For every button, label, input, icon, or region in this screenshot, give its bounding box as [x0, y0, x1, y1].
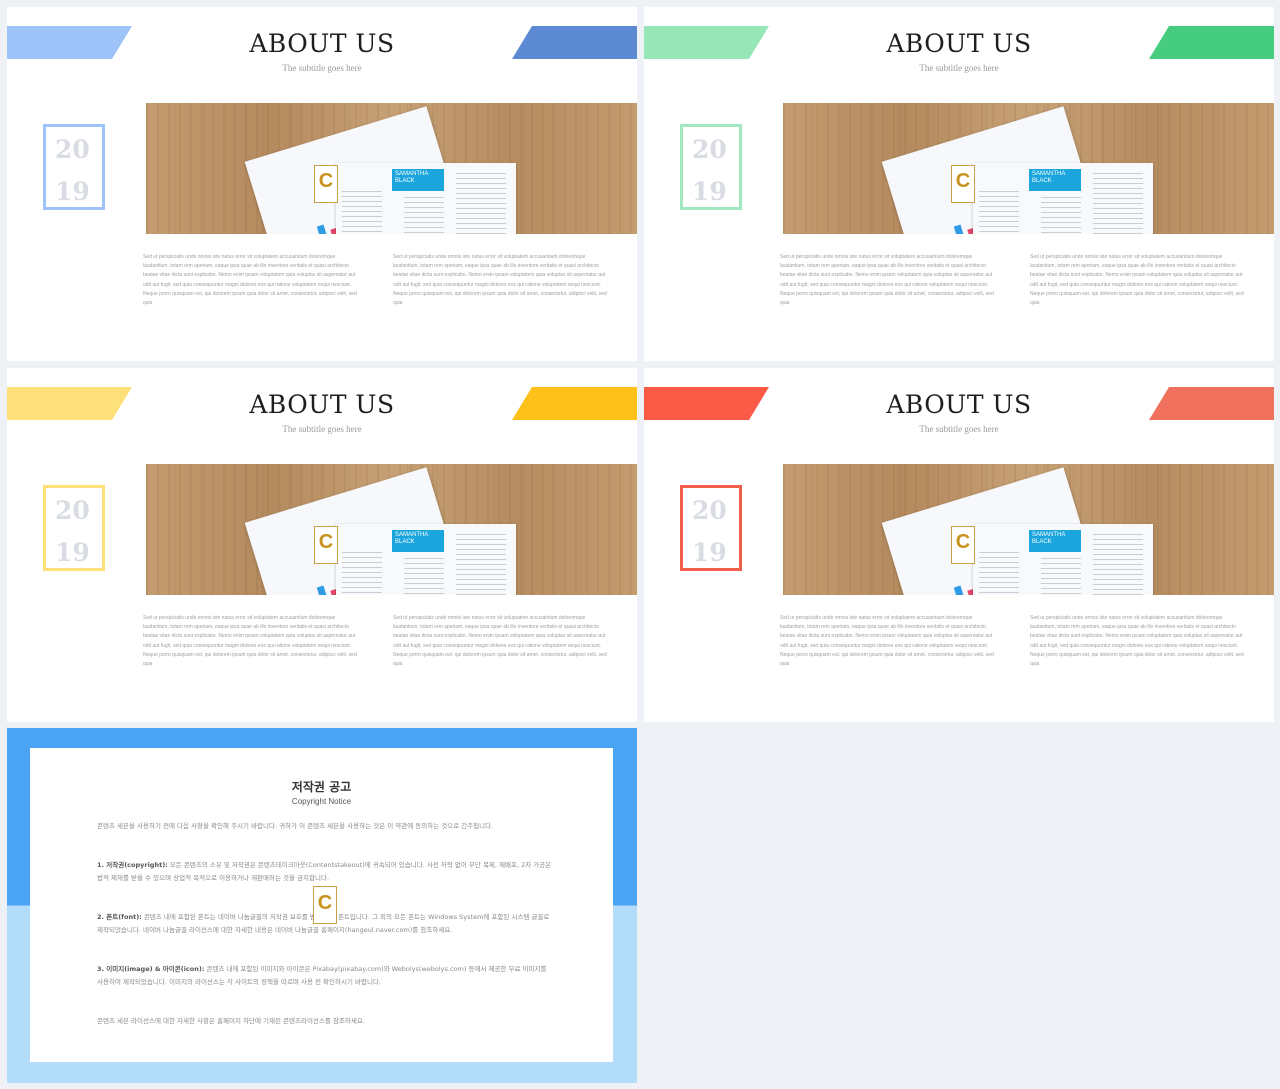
section-heading: 2. 폰트(font):	[97, 913, 142, 921]
year-top: 20	[55, 496, 90, 525]
desk-photo: SAMANTHA BLACK C	[146, 103, 637, 234]
slide-subtitle: The subtitle goes here	[919, 424, 999, 434]
text-lines	[342, 552, 382, 595]
text-lines	[342, 191, 382, 234]
copyright-title: 저작권 공고	[291, 780, 352, 794]
body-text-right: Sed ut perspiciatis unde omnis iste natu…	[1030, 254, 1244, 307]
year-box: 20 19	[680, 124, 742, 210]
slide-4[interactable]: ABOUT US The subtitle goes here 20 19 SA…	[644, 368, 1274, 722]
desk-photo: SAMANTHA BLACK C	[783, 464, 1274, 595]
body-text-left: Sed ut perspiciatis unde omnis iste natu…	[780, 254, 994, 307]
watermark-logo: C	[951, 165, 975, 203]
year-bottom: 19	[55, 538, 90, 567]
body-text-right: Sed ut perspiciatis unde omnis iste natu…	[393, 615, 607, 668]
year-box: 20 19	[43, 124, 105, 210]
copyright-intro: 콘텐츠 세븐을 사용하기 전에 다음 사항을 확인해 주시기 바랍니다. 귀하가…	[97, 822, 494, 830]
body-text-right: Sed ut perspiciatis unde omnis iste natu…	[1030, 615, 1244, 668]
resume-header: SAMANTHA BLACK	[392, 169, 444, 191]
year-bottom: 19	[55, 177, 90, 206]
text-lines	[1041, 197, 1081, 234]
text-lines	[1041, 558, 1081, 595]
resume-paper: SAMANTHA BLACK	[973, 163, 1153, 234]
text-lines	[456, 534, 506, 595]
year-bottom: 19	[692, 538, 727, 567]
copyright-outro: 콘텐츠 세븐 라이선스에 대한 자세한 사항은 홈페이지 하단에 기재된 콘텐츠…	[97, 1017, 365, 1025]
resume-name: SAMANTHA BLACK	[395, 532, 429, 545]
resume-header: SAMANTHA BLACK	[1029, 169, 1081, 191]
copyright-slide[interactable]: 저작권 공고 Copyright Notice 콘텐츠 세븐을 사용하기 전에 …	[7, 728, 637, 1083]
year-box: 20 19	[680, 485, 742, 571]
text-lines	[456, 173, 506, 234]
slide-title: ABOUT US	[249, 29, 395, 58]
slide-2[interactable]: ABOUT US The subtitle goes here 20 19 SA…	[644, 7, 1274, 361]
slide-1[interactable]: ABOUT US The subtitle goes here 20 19 SA…	[7, 7, 637, 361]
year-box: 20 19	[43, 485, 105, 571]
watermark-logo: C	[313, 886, 337, 924]
slide-subtitle: The subtitle goes here	[282, 63, 362, 73]
copyright-card: 저작권 공고 Copyright Notice 콘텐츠 세븐을 사용하기 전에 …	[30, 748, 613, 1062]
slide-title: ABOUT US	[886, 29, 1032, 58]
desk-photo: SAMANTHA BLACK C	[783, 103, 1274, 234]
copyright-section-3: 3. 이미지(image) & 아이콘(icon): 콘텐츠 내에 포함된 이미…	[97, 963, 552, 989]
slide-subtitle: The subtitle goes here	[919, 63, 999, 73]
resume-paper: SAMANTHA BLACK	[973, 524, 1153, 595]
watermark-logo: C	[314, 165, 338, 203]
text-lines	[979, 552, 1019, 595]
text-lines	[1093, 534, 1143, 595]
slide-3[interactable]: ABOUT US The subtitle goes here 20 19 SA…	[7, 368, 637, 722]
body-text-right: Sed ut perspiciatis unde omnis iste natu…	[393, 254, 607, 307]
section-heading: 1. 저작권(copyright):	[97, 861, 168, 869]
desk-photo: SAMANTHA BLACK C	[146, 464, 637, 595]
watermark-logo: C	[314, 526, 338, 564]
year-top: 20	[692, 496, 727, 525]
section-heading: 3. 이미지(image) & 아이콘(icon):	[97, 965, 205, 973]
resume-paper: SAMANTHA BLACK	[336, 524, 516, 595]
text-lines	[1093, 173, 1143, 234]
text-lines	[404, 558, 444, 595]
body-text-left: Sed ut perspiciatis unde omnis iste natu…	[143, 615, 357, 668]
watermark-logo: C	[951, 526, 975, 564]
text-lines	[404, 197, 444, 234]
year-bottom: 19	[692, 177, 727, 206]
slide-title: ABOUT US	[886, 390, 1032, 419]
text-lines	[979, 191, 1019, 234]
year-top: 20	[55, 135, 90, 164]
slide-title: ABOUT US	[249, 390, 395, 419]
slide-subtitle: The subtitle goes here	[282, 424, 362, 434]
body-text-left: Sed ut perspiciatis unde omnis iste natu…	[780, 615, 994, 668]
resume-header: SAMANTHA BLACK	[1029, 530, 1081, 552]
resume-name: SAMANTHA BLACK	[1032, 532, 1066, 545]
copyright-section-1: 1. 저작권(copyright): 모든 콘텐츠의 소유 및 저작권은 콘텐츠…	[97, 859, 552, 885]
resume-name: SAMANTHA BLACK	[395, 171, 429, 184]
resume-paper: SAMANTHA BLACK	[336, 163, 516, 234]
year-top: 20	[692, 135, 727, 164]
body-text-left: Sed ut perspiciatis unde omnis iste natu…	[143, 254, 357, 307]
resume-name: SAMANTHA BLACK	[1032, 171, 1066, 184]
resume-header: SAMANTHA BLACK	[392, 530, 444, 552]
copyright-subtitle: Copyright Notice	[291, 797, 352, 806]
